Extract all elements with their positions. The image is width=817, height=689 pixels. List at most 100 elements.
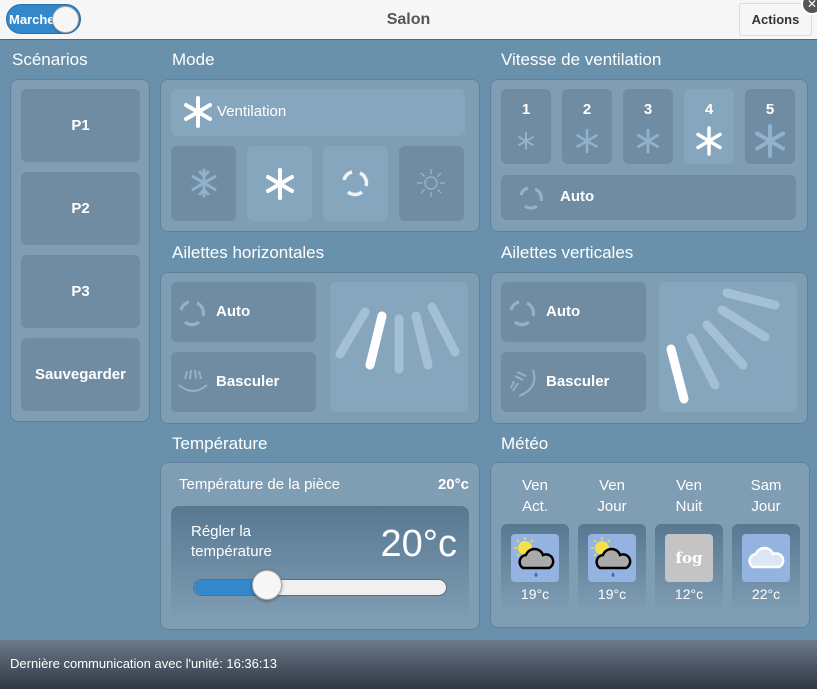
set-temperature-label: Régler la température — [191, 522, 272, 562]
vertical-louvers-panel: Auto Basculer — [490, 272, 808, 424]
vertical-louver-selector[interactable] — [659, 282, 797, 412]
sun-icon — [417, 169, 445, 197]
temperature-title: Température — [172, 434, 268, 453]
horizontal-louvers-title: Ailettes horizontales — [172, 243, 325, 262]
louver-position-1[interactable] — [666, 344, 689, 404]
weather-day-label: Ven Jour — [597, 477, 627, 515]
fan-icon — [518, 132, 534, 150]
scenario-p1-button[interactable]: P1 — [21, 89, 140, 162]
mode-heat-button[interactable] — [399, 146, 464, 221]
weather-panel: Ven Act. 19°c Ven Jour 19°c Ven Nuit fog 12… — [490, 462, 810, 628]
cloud-icon — [742, 534, 790, 582]
vertical-louvers-title: Ailettes verticales — [501, 243, 634, 262]
louver-position-4[interactable] — [717, 305, 770, 342]
weather-card: 19°c — [578, 524, 646, 612]
speed-5-button[interactable]: 5 — [745, 89, 795, 164]
louver-position-1[interactable] — [335, 307, 370, 359]
horizontal-swing-button[interactable]: Basculer — [171, 352, 316, 412]
louver-position-5[interactable] — [722, 288, 780, 310]
weather-temp: 19°c — [520, 586, 550, 602]
auto-cycle-icon — [342, 170, 369, 197]
mode-fan-button[interactable] — [247, 146, 312, 221]
speed-auto-label: Auto — [560, 188, 595, 205]
mode-title: Mode — [172, 50, 215, 69]
weather-temp: 19°c — [597, 586, 627, 602]
speed-2-button[interactable]: 2 — [562, 89, 612, 164]
horizontal-auto-button[interactable]: Auto — [171, 282, 316, 342]
auto-cycle-icon — [509, 300, 536, 327]
temperature-slider-handle[interactable] — [251, 570, 282, 600]
louver-position-4[interactable] — [411, 311, 433, 370]
horizontal-louver-selector[interactable] — [330, 282, 468, 412]
mode-current-label: Ventilation — [217, 103, 287, 120]
fog-icon: fog — [665, 534, 713, 582]
weather-temp: 22°c — [751, 586, 781, 602]
louver-position-3[interactable] — [702, 320, 748, 370]
fan-icon — [755, 124, 785, 158]
fan-speed-title: Vitesse de ventilation — [501, 50, 662, 69]
scenario-save-button[interactable]: Sauvegarder — [21, 338, 140, 411]
swing-icon — [510, 369, 536, 397]
mode-current-display: Ventilation — [171, 89, 465, 136]
header-bar: Marche Salon Actions — [0, 0, 817, 40]
weather-day-label: Ven Act. — [522, 477, 548, 515]
weather-card: fog 12°c — [655, 524, 723, 612]
scenario-p2-button[interactable]: P2 — [21, 172, 140, 245]
horizontal-louvers-panel: Auto Basculer — [160, 272, 480, 424]
weather-card: 19°c — [501, 524, 569, 612]
speed-5-label: 5 — [765, 101, 775, 118]
fan-icon — [637, 128, 659, 154]
scenarios-panel: P1 P2 P3 Sauvegarder — [10, 79, 150, 422]
weather-card: 22°c — [732, 524, 800, 612]
horizontal-auto-label: Auto — [216, 303, 251, 320]
scenario-p3-button[interactable]: P3 — [21, 255, 140, 328]
auto-cycle-icon — [519, 186, 543, 210]
scenarios-title: Scénarios — [12, 50, 88, 69]
weather-title: Météo — [501, 434, 549, 453]
speed-1-button[interactable]: 1 — [501, 89, 551, 164]
mode-cool-button[interactable] — [171, 146, 236, 221]
sun-cloud-rain-icon — [511, 534, 559, 582]
snowflake-icon — [191, 168, 217, 198]
room-temperature-label: Température de la pièce — [179, 476, 340, 493]
vertical-swing-button[interactable]: Basculer — [501, 352, 646, 412]
fan-icon — [696, 126, 722, 156]
speed-2-label: 2 — [582, 101, 592, 118]
speed-1-label: 1 — [521, 101, 531, 118]
mode-auto-button[interactable] — [323, 146, 388, 221]
fan-icon — [576, 128, 598, 154]
temperature-panel: Température de la pièce 20°c Régler la t… — [160, 462, 480, 630]
vertical-louver-diagram — [666, 288, 780, 404]
last-communication-status: Dernière communication avec l'unité: 16:… — [10, 656, 277, 671]
speed-auto-button[interactable]: Auto — [501, 175, 796, 220]
speed-4-label: 4 — [704, 101, 714, 118]
swing-icon — [178, 369, 208, 392]
speed-3-button[interactable]: 3 — [623, 89, 673, 164]
speed-3-label: 3 — [643, 101, 653, 118]
horizontal-louver-diagram — [335, 302, 460, 374]
auto-cycle-icon — [179, 300, 206, 327]
sun-cloud-rain-icon — [588, 534, 636, 582]
temperature-setter: Régler la température 20°c — [171, 506, 469, 620]
vertical-auto-button[interactable]: Auto — [501, 282, 646, 342]
vertical-swing-label: Basculer — [546, 373, 610, 390]
speed-4-button[interactable]: 4 — [684, 89, 734, 164]
horizontal-swing-label: Basculer — [216, 373, 280, 390]
fan-icon — [184, 96, 212, 128]
set-temperature-label-line1: Régler la — [191, 523, 252, 540]
temperature-slider-track[interactable] — [193, 579, 447, 596]
set-temperature-value: 20°c — [380, 523, 457, 565]
weather-day-label: Ven Nuit — [675, 477, 703, 515]
louver-position-2[interactable] — [365, 311, 387, 370]
set-temperature-label-line2: température — [191, 543, 272, 560]
fan-speed-panel: 1 2 3 4 5 Auto — [490, 79, 808, 232]
louver-position-2[interactable] — [686, 333, 720, 390]
weather-day-label: Sam Jour — [750, 477, 782, 515]
louver-position-5[interactable] — [427, 302, 460, 357]
vertical-auto-label: Auto — [546, 303, 581, 320]
mode-panel: Ventilation — [160, 79, 480, 232]
weather-temp: 12°c — [674, 586, 704, 602]
status-footer: Dernière communication avec l'unité: 16:… — [0, 640, 817, 689]
room-temperature-value: 20°c — [437, 476, 469, 493]
fan-icon — [266, 168, 294, 200]
